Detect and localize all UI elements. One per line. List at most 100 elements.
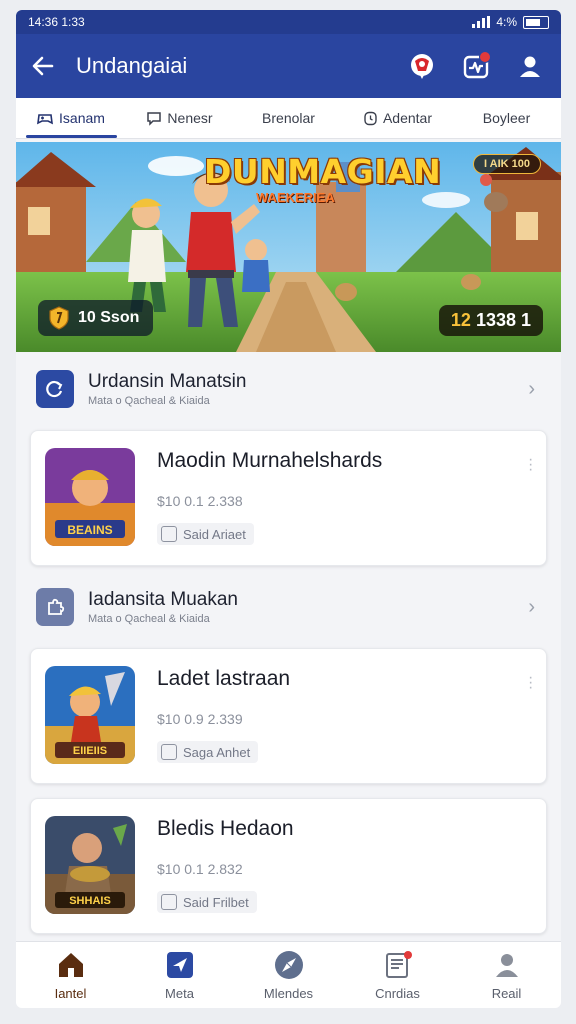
- game-name: Bledis Hedaon: [157, 817, 294, 840]
- tab-bar: Isanam Nenesr Brenolar Adentar Boyleer: [16, 98, 561, 139]
- section-text: Iadansita Muakan Mata o Qacheal & Kiaida: [88, 589, 528, 625]
- game-card[interactable]: EIIEIIS Ladet lastraan $10 0.9 2.339 Sag…: [30, 648, 547, 784]
- game-tag-label: Saga Anhet: [183, 744, 251, 760]
- banner-left-badge-text: 10 Sson: [78, 309, 140, 326]
- refresh-icon: [46, 380, 63, 398]
- game-thumbnail: EIIEIIS: [45, 666, 135, 764]
- tab-label: Isanam: [59, 110, 105, 126]
- notification-dot: [479, 51, 491, 63]
- nav-label: Mlendes: [263, 985, 314, 1001]
- nav-label: Reail: [491, 985, 522, 1001]
- game-info: Bledis Hedaon $10 0.1 2.832 Said Frilbet: [157, 817, 532, 915]
- nav-label: Iantel: [54, 985, 87, 1001]
- banner-right-highlight: 12: [450, 310, 471, 330]
- chat-icon: [147, 112, 162, 126]
- banner-title: DUNMAGIAN: [204, 152, 442, 191]
- section-title: Urdansin Manatsin: [88, 371, 247, 392]
- gamepad-icon: [37, 114, 54, 125]
- status-icons: 4:%: [472, 15, 549, 29]
- gift-notification-button[interactable]: [405, 49, 439, 83]
- section-subtitle: Mata o Qacheal & Kiaida: [88, 613, 210, 625]
- game-thumbnail: SHHAIS: [45, 816, 135, 914]
- nav-cnrdias[interactable]: Cnrdias: [343, 942, 452, 1008]
- compass-icon: [274, 950, 304, 980]
- gift-notification-icon: [411, 54, 433, 79]
- svg-text:SHHAIS: SHHAIS: [69, 895, 111, 907]
- status-time: 14:36 1:33: [28, 15, 85, 29]
- tab-adentar[interactable]: Adentar: [343, 98, 452, 138]
- game-tag: Said Frilbet: [157, 891, 257, 913]
- navigation-icon: [165, 950, 195, 980]
- featured-banner[interactable]: DUNMAGIAN WAEKERIEA I AIK 100 10 Sson 12…: [16, 142, 561, 352]
- home-icon: [56, 950, 86, 980]
- game-price: $10 0.1 2.338: [157, 493, 243, 509]
- page-title: Undangaiai: [76, 53, 188, 78]
- battery-icon: [523, 15, 549, 29]
- nav-reail[interactable]: Reail: [452, 942, 561, 1008]
- nav-label: Cnrdias: [375, 985, 420, 1001]
- tab-label: Adentar: [382, 110, 433, 126]
- user-profile-icon: [520, 56, 540, 77]
- game-price: $10 0.9 2.339: [157, 711, 243, 727]
- app-bar: Undangaiai: [16, 34, 561, 98]
- banner-right-badge: 12 1338 1: [438, 305, 543, 336]
- game-price: $10 0.1 2.832: [157, 861, 243, 877]
- section-header-urdansin[interactable]: Urdansin Manatsin Mata o Qacheal & Kiaid…: [16, 354, 561, 424]
- nav-label: Meta: [165, 985, 194, 1001]
- tab-label: Brenolar: [262, 110, 315, 126]
- back-button[interactable]: [30, 53, 70, 79]
- game-thumbnail: BEAINS: [45, 448, 135, 546]
- section-subtitle: Mata o Qacheal & Kiaida: [88, 395, 210, 407]
- tab-label: Boyleer: [482, 110, 531, 126]
- bottom-navigation: Iantel Meta Mlendes Cnrdias Reail: [16, 941, 561, 1008]
- more-options-icon[interactable]: · · ·: [528, 670, 533, 696]
- game-card[interactable]: SHHAIS Bledis Hedaon $10 0.1 2.832 Said …: [30, 798, 547, 934]
- banner-subtitle: WAEKERIEA: [256, 190, 335, 205]
- section-icon: [36, 588, 74, 626]
- chevron-right-icon: ›: [528, 595, 535, 618]
- section-text: Urdansin Manatsin Mata o Qacheal & Kiaid…: [88, 371, 528, 407]
- banner-right-text: 1338 1: [475, 310, 531, 330]
- profile-button[interactable]: [513, 49, 547, 83]
- more-options-icon[interactable]: · · ·: [528, 452, 533, 478]
- person-icon: [492, 950, 522, 980]
- game-tag: Said Ariaet: [157, 523, 254, 545]
- activity-button[interactable]: [459, 49, 493, 83]
- battery-percent: 4:%: [496, 15, 517, 29]
- chevron-right-icon: ›: [528, 377, 535, 400]
- game-card[interactable]: BEAINS Maodin Murnahelshards $10 0.1 2.3…: [30, 430, 547, 566]
- news-icon: [383, 950, 413, 980]
- nav-mlendes[interactable]: Mlendes: [234, 942, 343, 1008]
- signal-icon: [472, 16, 491, 28]
- game-tag-label: Said Frilbet: [183, 894, 249, 910]
- tab-label: Nenesr: [167, 110, 213, 126]
- tab-isanam[interactable]: Isanam: [16, 98, 125, 138]
- status-bar: 14:36 1:33 4:%: [16, 10, 561, 34]
- tag-icon: [161, 894, 177, 910]
- tag-icon: [161, 744, 177, 760]
- svg-text:BEAINS: BEAINS: [67, 523, 112, 537]
- app-screen: 14:36 1:33 4:% Undangaiai Isanam Nenesr …: [16, 10, 561, 1008]
- nav-meta[interactable]: Meta: [125, 942, 234, 1008]
- tab-boyleer[interactable]: Boyleer: [452, 98, 561, 138]
- tab-brenolar[interactable]: Brenolar: [234, 98, 343, 138]
- clock-icon: [364, 111, 377, 125]
- game-tag: Saga Anhet: [157, 741, 259, 763]
- shield-icon: [49, 306, 69, 330]
- section-header-iadansita[interactable]: Iadansita Muakan Mata o Qacheal & Kiaida…: [16, 572, 561, 642]
- game-tag-label: Said Ariaet: [183, 526, 246, 542]
- banner-currency-pill: I AIK 100: [472, 154, 541, 174]
- game-info: Ladet lastraan $10 0.9 2.339 Saga Anhet: [157, 667, 532, 765]
- content-list: Urdansin Manatsin Mata o Qacheal & Kiaid…: [16, 354, 561, 934]
- svg-text:EIIEIIS: EIIEIIS: [73, 745, 107, 757]
- tab-nenesr[interactable]: Nenesr: [125, 98, 234, 138]
- puzzle-icon: [48, 598, 65, 615]
- section-title: Iadansita Muakan: [88, 589, 238, 610]
- game-info: Maodin Murnahelshards $10 0.1 2.338 Said…: [157, 449, 532, 547]
- section-icon: [36, 370, 74, 408]
- nav-home[interactable]: Iantel: [16, 942, 125, 1008]
- banner-left-badge: 10 Sson: [38, 300, 154, 336]
- game-name: Maodin Murnahelshards: [157, 449, 383, 472]
- game-name: Ladet lastraan: [157, 667, 291, 690]
- tag-icon: [161, 526, 177, 542]
